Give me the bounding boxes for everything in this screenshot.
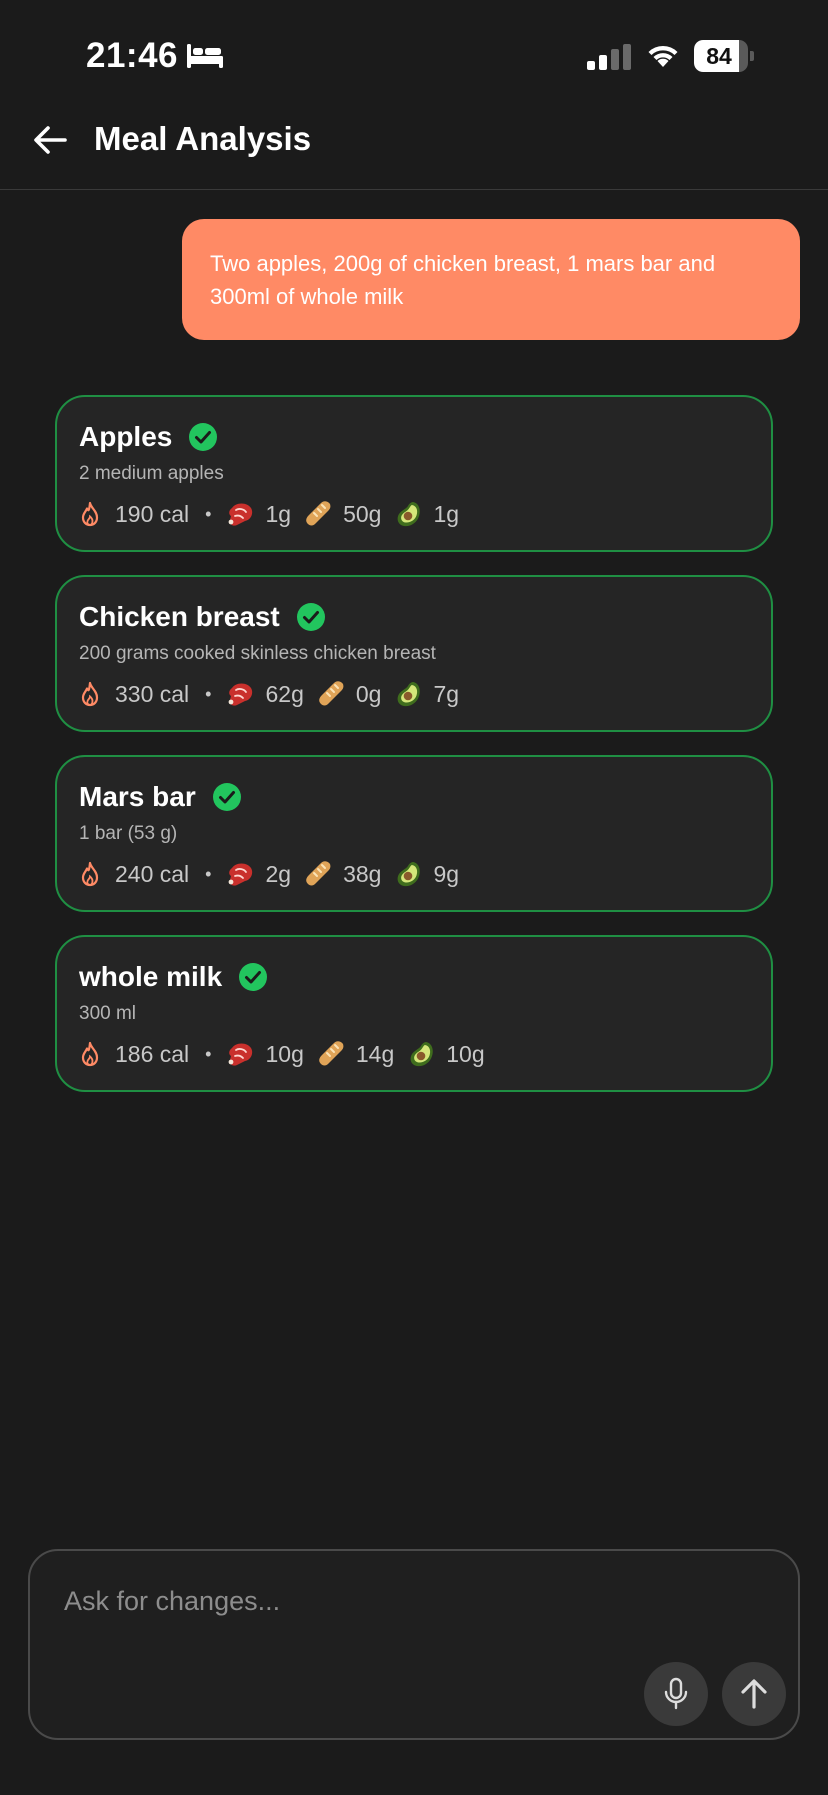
avocado-icon [410,1042,433,1067]
calories-value: 240 cal [115,860,190,887]
meat-icon [229,503,253,526]
carbs-value: 14g [355,1040,395,1067]
protein-value: 1g [265,500,292,527]
fat-value: 9g [433,860,460,887]
bread-icon [306,861,331,886]
flame-icon [81,681,99,707]
chat-input-box [28,1549,800,1740]
wifi-icon [648,45,678,67]
flame-icon [81,1041,99,1067]
carbs-value: 0g [355,680,382,707]
send-button[interactable] [722,1662,786,1726]
food-description: 2 medium apples [79,463,224,484]
meat-icon [229,863,253,886]
food-card[interactable]: Mars bar 1 bar (53 g) 240 cal • 2g 38g 9… [55,755,773,912]
food-name: Chicken breast [79,601,280,632]
food-description: 1 bar (53 g) [79,823,178,844]
flame-icon [81,501,99,527]
meal-analysis-screen: 21:46 84 Meal Analysis Two apples, 200g … [0,0,828,1795]
user-message-bubble: Two apples, 200g of chicken breast, 1 ma… [182,219,800,340]
app-header: Meal Analysis [0,100,828,190]
avocado-icon [398,682,421,707]
separator-dot: • [205,503,212,524]
food-title-row: Apples [79,419,218,455]
food-name: Apples [79,421,173,452]
food-card[interactable]: Apples 2 medium apples 190 cal • 1g 50g … [55,395,773,552]
battery-level: 84 [706,43,732,69]
bed-icon [187,44,223,68]
food-card[interactable]: Chicken breast 200 grams cooked skinless… [55,575,773,732]
calories-value: 330 cal [115,680,190,707]
flame-icon [81,861,99,887]
meat-icon [229,683,253,706]
check-circle-icon [296,603,325,631]
carbs-value: 38g [343,860,382,887]
calories-value: 190 cal [115,500,190,527]
check-circle-icon [189,423,218,451]
fat-value: 7g [433,680,460,707]
arrow-left-icon [34,126,67,154]
status-bar: 21:46 84 [0,0,828,100]
carbs-value: 50g [343,500,382,527]
macros-row: 240 cal • 2g 38g 9g [79,857,471,891]
protein-value: 2g [265,860,292,887]
food-card[interactable]: whole milk 300 ml 186 cal • 10g 14g 10g [55,935,773,1092]
page-title: Meal Analysis [94,120,312,157]
separator-dot: • [205,1043,212,1064]
calories-value: 186 cal [115,1040,190,1067]
fat-value: 10g [446,1040,485,1067]
bread-icon [319,1041,344,1066]
separator-dot: • [205,863,212,884]
arrow-up-icon [741,1679,767,1709]
microphone-button[interactable] [644,1662,708,1726]
status-time: 21:46 [86,36,179,75]
back-button[interactable] [28,118,72,162]
meat-icon [229,1043,253,1066]
protein-value: 10g [265,1040,304,1067]
cellular-signal-icon [587,44,631,70]
food-name: Mars bar [79,781,196,812]
microphone-icon [664,1677,688,1710]
separator-dot: • [205,683,212,704]
check-circle-icon [212,783,241,811]
changes-input[interactable] [64,1579,744,1623]
macros-row: 190 cal • 1g 50g 1g [79,497,471,531]
food-description: 200 grams cooked skinless chicken breast [79,643,436,664]
food-title-row: Chicken breast [79,599,326,635]
fat-value: 1g [433,500,460,527]
check-circle-icon [239,963,268,991]
macros-row: 330 cal • 62g 0g 7g [79,677,471,711]
protein-value: 62g [265,680,304,707]
food-description: 300 ml [79,1003,137,1024]
avocado-icon [398,862,421,887]
bread-icon [306,501,331,526]
avocado-icon [398,502,421,527]
food-name: whole milk [79,961,223,992]
macros-row: 186 cal • 10g 14g 10g [79,1037,497,1071]
food-title-row: whole milk [79,959,268,995]
food-title-row: Mars bar [79,779,242,815]
bread-icon [319,681,344,706]
battery-indicator: 84 [694,40,754,72]
